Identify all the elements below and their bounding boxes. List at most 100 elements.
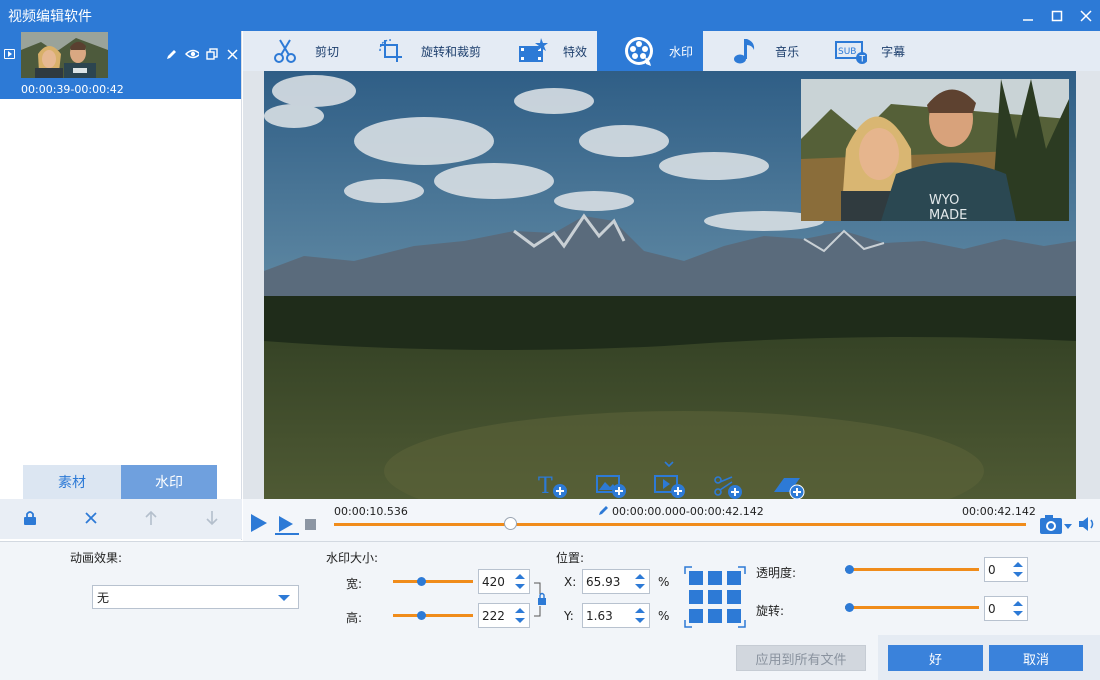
- height-input[interactable]: 222: [478, 603, 530, 628]
- tab-cut-label: 剪切: [315, 44, 340, 59]
- watermark-size-label: 水印大小:: [326, 551, 379, 565]
- crop-rotate-icon: [375, 35, 407, 67]
- opacity-slider[interactable]: [845, 565, 979, 574]
- timeline-track[interactable]: [334, 523, 1026, 526]
- rotation-value: 0: [988, 601, 996, 616]
- tab-cut[interactable]: 剪切: [243, 31, 349, 71]
- height-label: 高:: [346, 611, 363, 625]
- position-top-center[interactable]: [708, 571, 722, 585]
- position-bottom-left[interactable]: [689, 609, 703, 623]
- volume-icon[interactable]: [1077, 515, 1097, 536]
- tab-watermark-feature[interactable]: 水印: [597, 31, 704, 71]
- x-label: X:: [564, 575, 577, 589]
- tab-material[interactable]: 素材: [23, 465, 121, 499]
- lock-icon[interactable]: [23, 510, 37, 529]
- position-middle-right[interactable]: [727, 590, 741, 604]
- current-time: 00:00:10.536: [334, 505, 408, 518]
- playhead-handle[interactable]: [504, 517, 517, 530]
- aspect-lock-icon[interactable]: [534, 582, 548, 621]
- maximize-button[interactable]: [1042, 0, 1071, 31]
- rotation-slider[interactable]: [845, 603, 979, 612]
- clip-item[interactable]: 00:00:39-00:00:42: [0, 31, 241, 99]
- position-x-input[interactable]: 65.93: [582, 569, 650, 594]
- move-down-icon[interactable]: [205, 510, 219, 529]
- add-video-watermark-icon[interactable]: [653, 460, 687, 503]
- rotation-input[interactable]: 0: [984, 596, 1028, 621]
- height-spinner[interactable]: [514, 606, 526, 626]
- selection-range: 00:00:00.000-00:00:42.142: [612, 505, 764, 518]
- tab-watermark[interactable]: 水印: [121, 465, 217, 499]
- width-input[interactable]: 420: [478, 569, 530, 594]
- video-preview[interactable]: WYO MADE: [264, 71, 1076, 499]
- camera-icon[interactable]: [1039, 513, 1073, 538]
- animation-select[interactable]: 无: [92, 585, 299, 609]
- width-spinner[interactable]: [514, 572, 526, 592]
- minimize-button[interactable]: [1013, 0, 1042, 31]
- opacity-slider-handle[interactable]: [845, 565, 854, 574]
- height-slider-handle[interactable]: [417, 611, 426, 620]
- width-value: 420: [482, 574, 505, 589]
- effects-icon: [517, 35, 549, 67]
- remove-icon[interactable]: [84, 511, 98, 528]
- copy-icon[interactable]: [205, 47, 219, 61]
- animation-label: 动画效果:: [70, 551, 123, 565]
- svg-text:T: T: [538, 474, 553, 499]
- svg-text:WYO: WYO: [929, 193, 959, 208]
- position-y-input[interactable]: 1.63: [582, 603, 650, 628]
- width-slider[interactable]: [393, 577, 473, 586]
- watermark-image[interactable]: WYO MADE: [801, 79, 1069, 221]
- play-selection-button[interactable]: [275, 514, 299, 539]
- tab-effects-label: 特效: [563, 44, 588, 59]
- cancel-button[interactable]: 取消: [989, 645, 1083, 671]
- tab-subtitle[interactable]: SUB T 字幕: [809, 31, 915, 71]
- position-x-value: 65.93: [586, 574, 621, 589]
- position-bottom-center[interactable]: [708, 609, 722, 623]
- close-button[interactable]: [1071, 0, 1100, 31]
- eye-icon[interactable]: [185, 47, 199, 61]
- chevron-down-icon: [278, 595, 290, 601]
- width-slider-handle[interactable]: [417, 577, 426, 586]
- height-value: 222: [482, 608, 505, 623]
- tab-watermark-label: 水印: [669, 44, 694, 59]
- ok-button[interactable]: 好: [888, 645, 983, 671]
- position-preset-grid[interactable]: [684, 566, 746, 628]
- move-up-icon[interactable]: [144, 510, 158, 529]
- add-text-watermark-icon[interactable]: T: [538, 473, 568, 502]
- apply-to-all-button[interactable]: 应用到所有文件: [736, 645, 866, 671]
- stop-button[interactable]: [305, 519, 316, 530]
- tab-music-label: 音乐: [775, 44, 800, 59]
- position-y-spinner[interactable]: [634, 606, 646, 626]
- position-top-left[interactable]: [689, 571, 703, 585]
- timeline-bar: 00:00:10.536 00:00:00.000-00:00:42.142 0…: [243, 499, 1100, 541]
- animation-select-value: 无: [97, 590, 110, 605]
- title-bar: 视频编辑软件: [0, 0, 1100, 31]
- total-time: 00:00:42.142: [962, 505, 1036, 518]
- tab-crop-rotate[interactable]: 旋转和裁剪: [349, 31, 491, 71]
- y-label: Y:: [564, 609, 574, 623]
- preview-left-margin: [243, 71, 264, 499]
- play-button[interactable]: [249, 512, 269, 537]
- rotation-label: 旋转:: [756, 604, 785, 618]
- tab-effects[interactable]: 特效: [491, 31, 597, 71]
- rotation-spinner[interactable]: [1012, 599, 1024, 619]
- position-top-right[interactable]: [727, 571, 741, 585]
- position-bottom-right[interactable]: [727, 609, 741, 623]
- height-slider[interactable]: [393, 611, 473, 620]
- opacity-spinner[interactable]: [1012, 560, 1024, 580]
- clip-thumbnail[interactable]: [21, 32, 108, 78]
- clip-play-icon[interactable]: [4, 49, 15, 59]
- position-middle-left[interactable]: [689, 590, 703, 604]
- delete-icon[interactable]: [225, 47, 239, 61]
- opacity-input[interactable]: 0: [984, 557, 1028, 582]
- position-x-spinner[interactable]: [634, 572, 646, 592]
- x-percent: %: [658, 575, 670, 589]
- svg-text:MADE: MADE: [929, 208, 967, 221]
- tab-crop-rotate-label: 旋转和裁剪: [421, 44, 482, 59]
- tab-music[interactable]: 音乐: [703, 31, 809, 71]
- media-list-panel: 00:00:39-00:00:42 素材 水印: [0, 31, 242, 540]
- edit-icon[interactable]: [165, 47, 179, 61]
- add-image-watermark-icon[interactable]: [596, 473, 628, 502]
- rotation-slider-handle[interactable]: [845, 603, 854, 612]
- tab-subtitle-label: 字幕: [881, 44, 906, 59]
- position-center[interactable]: [708, 590, 722, 604]
